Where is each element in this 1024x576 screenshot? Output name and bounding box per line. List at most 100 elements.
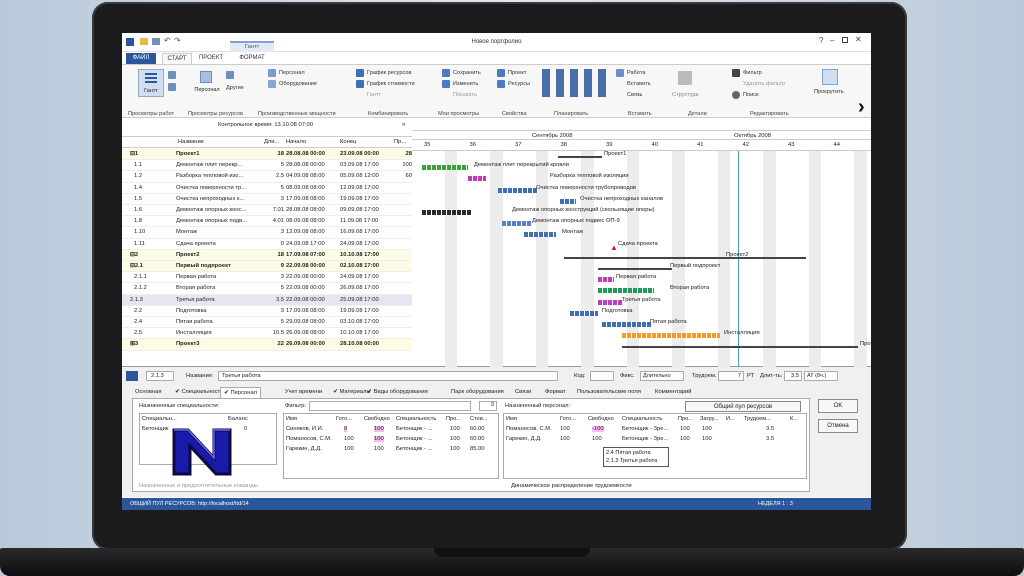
personal-view-button[interactable]: Персонал [192,69,220,97]
grid-cell[interactable]: 100 [374,436,384,442]
ok-button[interactable]: OK [818,399,858,413]
table-row[interactable]: 1.4 Очистка поверхности тр... 5 08.09.08 08… [122,182,412,194]
grid-cell[interactable]: 100 [592,436,602,442]
grid-header[interactable]: Имя [506,416,517,422]
res-equipment[interactable]: Оборудование [279,81,317,87]
grid-header[interactable]: Про... [446,416,461,422]
spec-row-name[interactable]: Бетонщик [142,426,168,432]
grid-cell[interactable]: 100 [374,426,384,432]
table-row[interactable]: ⊟1 Проект1 18 28.08.08 00:00 23.09.08 00:00 2… [122,149,412,161]
grid-cell[interactable]: 100 [702,426,712,432]
structure-icon[interactable] [678,71,692,85]
gantt-summary-bar[interactable] [598,268,672,270]
grid-cell[interactable]: Бетонщик - Зре... [622,436,668,442]
table-row[interactable]: 2.1.1 Первая работа 3 22.09.08 00:00 24.09.0… [122,272,412,284]
grid-cell[interactable]: 100 [450,436,460,442]
edit-remove-filter[interactable]: Удалить фильтр [743,81,785,87]
combi-gantt[interactable]: Гантт [367,92,381,98]
table-row[interactable]: ⊟2.1 Первый подпроект 9 22.09.08 00:00 02.10… [122,261,412,273]
grid-cell[interactable]: Синяков, И.И. [286,426,323,432]
gantt-task-bar[interactable] [498,187,538,193]
grid-cell[interactable]: 3.5 [766,436,774,442]
gantt-task-bar[interactable] [598,277,614,283]
gantt-task-bar[interactable] [524,232,556,238]
grid-cell[interactable]: 100 [680,426,690,432]
view-icon[interactable] [168,71,176,79]
close-icon[interactable]: ✕ [855,35,862,44]
gantt-task-bar[interactable] [598,288,654,294]
grid-header[interactable]: Специальность [396,416,436,422]
table-row[interactable]: 1.1 Демонтаж плит перекр... 5 28.08.08 00:0… [122,160,412,172]
table-row[interactable]: 1.2 Разборка тепловой изо... 2.5 04.09.08 0… [122,171,412,183]
scroll-icon[interactable] [822,69,838,85]
tab-project[interactable]: ПРОЕКТ [196,53,226,64]
grid-cell[interactable]: 100 [450,446,460,452]
check-teams[interactable]: Назначенные и предпочтительные команды [139,483,258,489]
table-row[interactable]: 1.11 Сдача проекта 0 24.09.08 17:00 24.09.08… [122,238,412,250]
gantt-summary-bar[interactable] [564,256,806,259]
form-tab[interactable]: Комментарий [652,387,695,398]
view-save[interactable]: Сохранить [453,70,481,76]
code-input[interactable] [590,371,614,381]
fix-select[interactable]: Длительно [640,371,684,381]
grid-cell[interactable]: Бетонщик - ... [396,446,432,452]
gantt-task-bar[interactable] [468,176,486,182]
table-row[interactable]: 2.1.2 Вторая работа 5 22.09.08 00:00 26.09.0… [122,283,412,295]
collapse-icon[interactable]: « [402,122,405,128]
grid-header[interactable]: Трудоем... [744,416,771,422]
count-field[interactable]: 3 [479,401,497,411]
gantt-task-bar[interactable] [598,299,622,305]
combi-cost-graph[interactable]: График стоимости [367,81,415,87]
grid-header[interactable]: Специальность [622,416,662,422]
grid-header[interactable]: И... [726,416,735,422]
table-row[interactable]: ⊟2 Проект2 18 17.09.08 07:00 10.10.08 17:00 [122,249,412,261]
others-dropdown[interactable]: Другие [226,85,244,91]
gantt-summary-bar[interactable] [622,346,858,349]
form-tab[interactable]: Основная [132,387,164,398]
schedule-icons[interactable] [542,69,606,97]
view-show[interactable]: Показать [453,92,477,98]
grid-cell[interactable]: Гарекин, Д.Д. [506,436,542,442]
scroll-label[interactable]: Прокрутить [814,89,844,95]
table-row[interactable]: 1.5 Очистка непроходных к... 3 17.09.08 08:… [122,193,412,205]
help-icon[interactable]: ? [819,36,823,45]
scroll-right-icon[interactable]: › [858,96,865,119]
prop-project[interactable]: Проект [508,70,526,76]
tab-file[interactable]: ФАЙЛ [126,53,156,64]
grid-header[interactable]: Загру... [700,416,718,422]
gantt-task-bar[interactable] [560,198,576,204]
grid-header[interactable]: Про... [678,416,693,422]
labor-input[interactable]: 7 [718,371,744,381]
tab-format[interactable]: ФОРМАТ [236,53,268,64]
grid-cell[interactable]: 100 [450,426,460,432]
col-name[interactable]: Название [178,137,204,148]
pool-button[interactable]: Общий пул ресурсов [685,401,801,412]
grid-cell[interactable]: -100 [592,426,604,432]
grid-header[interactable]: Гото... [336,416,352,422]
gantt-view-button[interactable]: Гантт [138,69,164,97]
grid-cell[interactable]: 100 [702,436,712,442]
grid-cell[interactable]: 3.5 [766,426,774,432]
gantt-task-bar[interactable] [422,165,468,171]
grid-cell[interactable]: 100 [374,446,384,452]
grid-header[interactable]: Свободно [588,416,614,422]
view-icon[interactable] [168,83,176,91]
grid-cell[interactable]: 100 [344,446,354,452]
table-row[interactable]: 1.10 Монтаж 3 12.09.08 08:00 16.09.08 17:00 [122,227,412,239]
task-name-input[interactable]: Третья работа [218,371,558,381]
grid-cell[interactable]: 0 [344,426,348,432]
gantt-task-bar[interactable] [602,322,652,327]
table-row[interactable]: 1.8 Демонтаж опорных подв... 4.01 08.09.08 … [122,216,412,228]
gantt-task-bar[interactable] [422,210,472,215]
grid-header[interactable]: Имя [286,416,297,422]
form-tab[interactable]: Пользовательские поля [574,387,644,398]
view-icon[interactable] [226,71,234,79]
grid-cell[interactable]: Бетонщик - Зре... [622,426,668,432]
form-tab[interactable]: ✔ Виды оборудования [364,387,431,398]
col-end[interactable]: Конец [340,137,356,148]
detail-structure[interactable]: Структура [672,92,699,98]
grid-cell[interactable]: 100 [560,426,570,432]
grid-header[interactable]: Стои... [470,416,487,422]
form-tab[interactable]: Связи [512,387,534,398]
form-tab[interactable]: Парк оборудования [448,387,507,398]
